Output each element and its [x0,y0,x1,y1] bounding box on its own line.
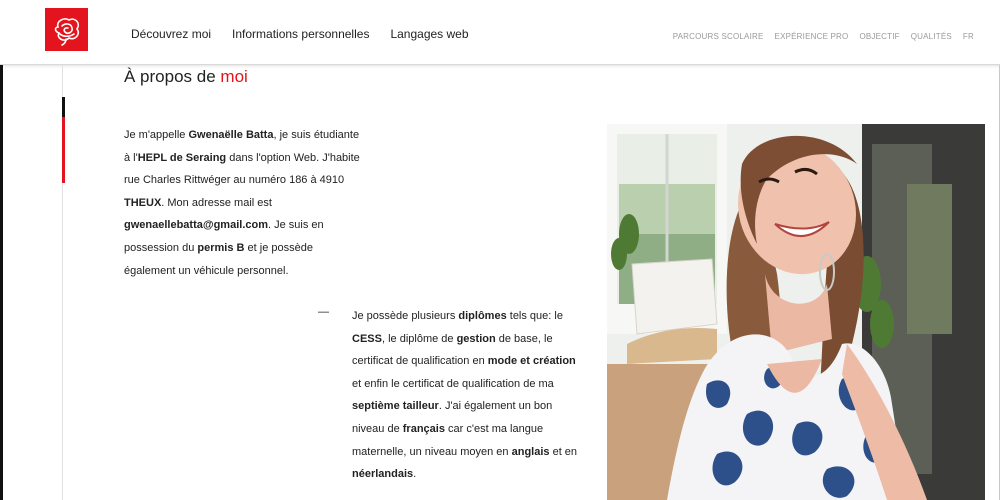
intro-text-run: Je m'appelle [124,129,189,141]
intro-text-run: THEUX [124,196,162,209]
section-title-prefix: À propos de [124,67,221,86]
site-logo[interactable] [45,8,88,51]
skills-paragraph: Je possède plusieurs diplômes tels que: … [352,305,580,486]
skills-text-run: tels que: le [506,310,563,322]
rose-logo-icon [54,17,79,46]
window-left-edge [0,0,3,500]
skills-text-run: gestion [456,332,496,345]
skills-text-run: septième tailleur [352,400,439,413]
intro-text-run: . Mon adresse mail est [161,196,272,209]
nav-langages-web[interactable]: Langages web [390,27,468,41]
skills-text-run: Je possède plusieurs [352,310,459,322]
skills-text-run: néerlandais [352,468,414,481]
section-title: À propos de moi [124,67,248,87]
intro-paragraph: Je m'appelle Gwenaëlle Batta, je suis ét… [124,124,364,282]
intro-text-run: HEPL de Seraing [137,151,227,164]
nav-informations-personnelles[interactable]: Informations personnelles [232,27,369,41]
site-header: Découvrez moi Informations personnelles … [0,0,1000,65]
portrait-photo-icon [607,124,985,500]
skills-text-run: anglais [511,445,550,458]
intro-text-run: gwenaellebatta@gmail.com [124,219,268,232]
section-title-accent: moi [220,67,248,86]
skills-text-run: et en [549,445,578,458]
nav-parcours-scolaire[interactable]: PARCOURS SCOLAIRE [673,32,764,41]
main-nav: Découvrez moi Informations personnelles … [131,27,469,41]
scroll-progress-indicator [62,117,65,183]
section-nav: PARCOURS SCOLAIRE EXPÉRIENCE PRO OBJECTI… [673,32,974,41]
skills-text-run: français [402,422,445,435]
skills-text-run: diplômes [458,310,507,322]
intro-text-run: Gwenaëlle Batta [188,129,274,141]
skills-text-run: CESS [352,332,382,345]
quote-dash: — [318,306,329,318]
language-switch-fr[interactable]: FR [963,32,974,41]
nav-qualites[interactable]: QUALITÉS [911,32,952,41]
skills-text-run: . [413,468,417,481]
nav-experience-pro[interactable]: EXPÉRIENCE PRO [775,32,849,41]
nav-decouvrez-moi[interactable]: Découvrez moi [131,27,211,41]
profile-photo [607,124,985,500]
skills-text-run: mode et création [487,355,576,368]
scroll-progress-marker [62,97,65,117]
intro-text-run: permis B [197,241,245,254]
skills-text-run: et enfin le certificat de qualification … [352,377,554,390]
nav-objectif[interactable]: OBJECTIF [859,32,899,41]
skills-text-run: , le diplôme de [381,332,457,345]
